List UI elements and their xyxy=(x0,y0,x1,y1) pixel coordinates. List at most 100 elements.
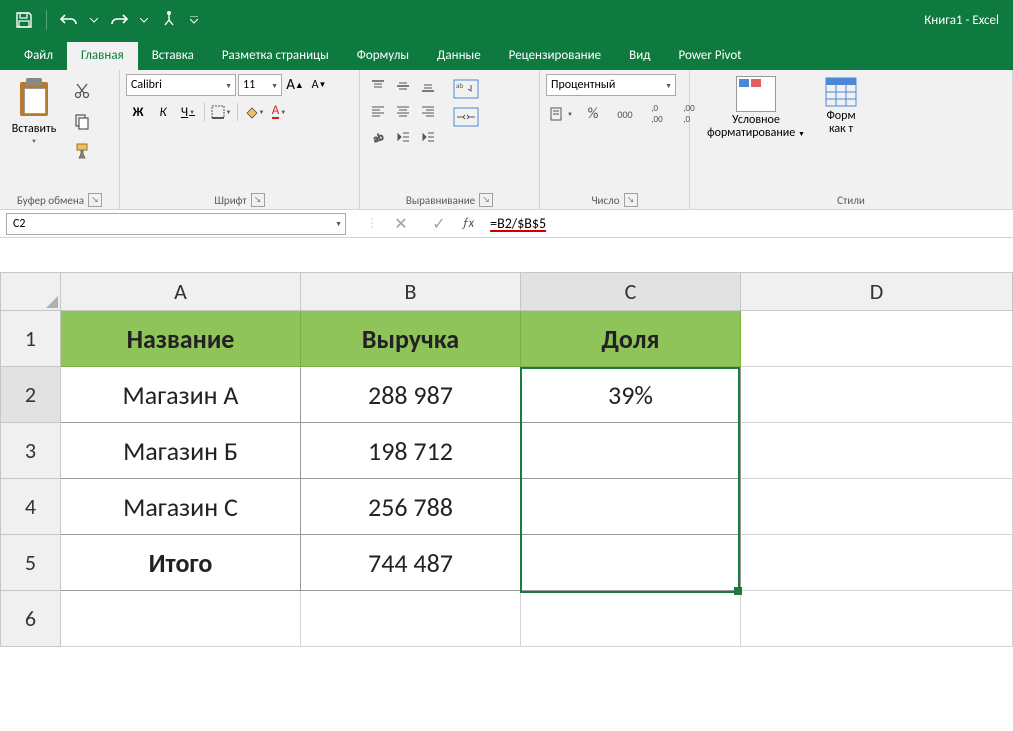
cell-D5[interactable] xyxy=(741,535,1013,591)
col-header-C[interactable]: C xyxy=(521,273,741,311)
tab-file[interactable]: Файл xyxy=(10,42,67,70)
cell-B6[interactable] xyxy=(301,591,521,647)
align-center-button[interactable] xyxy=(391,99,415,123)
tab-powerpivot[interactable]: Power Pivot xyxy=(664,42,755,70)
touch-mode-button[interactable] xyxy=(151,4,187,36)
tab-insert[interactable]: Вставка xyxy=(138,42,208,70)
increase-decimal-button[interactable]: ,0,00 xyxy=(642,102,672,126)
align-middle-button[interactable] xyxy=(391,74,415,98)
align-right-button[interactable] xyxy=(416,99,440,123)
redo-button[interactable] xyxy=(101,4,137,36)
merge-center-button[interactable] xyxy=(448,104,484,130)
percent-format-button[interactable]: % xyxy=(578,102,608,126)
underline-button[interactable]: Ч▼ xyxy=(176,100,200,124)
name-box[interactable]: C2▼ xyxy=(6,213,346,235)
cell-D1[interactable] xyxy=(741,311,1013,367)
align-left-button[interactable] xyxy=(366,99,390,123)
col-header-D[interactable]: D xyxy=(741,273,1013,311)
row-header-3[interactable]: 3 xyxy=(1,423,61,479)
tab-layout[interactable]: Разметка страницы xyxy=(208,42,343,70)
alignment-launcher[interactable]: ↘ xyxy=(479,193,493,207)
align-top-button[interactable] xyxy=(366,74,390,98)
cell-D2[interactable] xyxy=(741,367,1013,423)
cell-A6[interactable] xyxy=(61,591,301,647)
group-clipboard: Вставить ▼ Буфер обмена ↘ xyxy=(0,70,120,209)
cell-C1[interactable]: Доля xyxy=(521,311,741,367)
format-as-table-button[interactable]: Формкак т xyxy=(816,74,866,136)
tab-data[interactable]: Данные xyxy=(423,42,495,70)
conditional-formatting-button[interactable]: Условноеформатирование ▼ xyxy=(696,74,816,140)
cell-D3[interactable] xyxy=(741,423,1013,479)
clipboard-launcher[interactable]: ↘ xyxy=(88,193,102,207)
cell-C6[interactable] xyxy=(521,591,741,647)
font-launcher[interactable]: ↘ xyxy=(251,193,265,207)
cell-C4[interactable] xyxy=(521,479,741,535)
cell-D4[interactable] xyxy=(741,479,1013,535)
bold-button[interactable]: Ж xyxy=(126,100,150,124)
orientation-button[interactable]: ab xyxy=(366,125,390,149)
qat-customize[interactable] xyxy=(187,16,201,24)
undo-button[interactable] xyxy=(51,4,87,36)
row-header-1[interactable]: 1 xyxy=(1,311,61,367)
group-label-styles: Стили xyxy=(837,194,865,207)
cell-A4[interactable]: Магазин С xyxy=(61,479,301,535)
col-header-A[interactable]: A xyxy=(61,273,301,311)
row-header-2[interactable]: 2 xyxy=(1,367,61,423)
comma-format-button[interactable]: 000 xyxy=(610,102,640,126)
cell-C3[interactable] xyxy=(521,423,741,479)
fill-color-button[interactable]: ▼ xyxy=(242,100,266,124)
cell-B1[interactable]: Выручка xyxy=(301,311,521,367)
paste-button[interactable]: Вставить ▼ xyxy=(6,74,62,145)
select-all-corner[interactable] xyxy=(1,273,61,311)
redo-dropdown[interactable] xyxy=(137,18,151,23)
wrap-text-button[interactable]: ab xyxy=(448,76,484,102)
decrease-indent-button[interactable] xyxy=(391,125,415,149)
cut-button[interactable] xyxy=(68,78,96,104)
cell-B4[interactable]: 256 788 xyxy=(301,479,521,535)
enter-formula-button[interactable]: ✓ xyxy=(424,214,454,234)
font-name-select[interactable]: Calibri▼ xyxy=(126,74,236,96)
tab-view[interactable]: Вид xyxy=(615,42,664,70)
cell-C5[interactable] xyxy=(521,535,741,591)
cell-C2[interactable]: 39% xyxy=(521,367,741,423)
cell-A5[interactable]: Итого xyxy=(61,535,301,591)
fx-divider: ⋮ xyxy=(366,216,378,231)
cell-B2[interactable]: 288 987 xyxy=(301,367,521,423)
italic-button[interactable]: К xyxy=(151,100,175,124)
cell-A2[interactable]: Магазин А xyxy=(61,367,301,423)
cell-B3[interactable]: 198 712 xyxy=(301,423,521,479)
increase-font-button[interactable]: A▲ xyxy=(284,74,306,96)
cell-B5[interactable]: 744 487 xyxy=(301,535,521,591)
group-alignment: ab ab Выравнивание ↘ xyxy=(360,70,540,209)
decrease-font-button[interactable]: A▼ xyxy=(308,74,330,96)
row-header-4[interactable]: 4 xyxy=(1,479,61,535)
font-size-select[interactable]: 11▼ xyxy=(238,74,282,96)
cells-grid[interactable]: A B C D 1 Название Выручка Доля 2 Магази… xyxy=(0,272,1013,647)
tab-review[interactable]: Рецензирование xyxy=(495,42,615,70)
undo-dropdown[interactable] xyxy=(87,18,101,23)
font-color-button[interactable]: A▼ xyxy=(267,100,291,124)
increase-indent-button[interactable] xyxy=(416,125,440,149)
cell-D6[interactable] xyxy=(741,591,1013,647)
borders-button[interactable]: ▼ xyxy=(209,100,233,124)
save-button[interactable] xyxy=(6,4,42,36)
copy-button[interactable] xyxy=(68,108,96,134)
align-bottom-button[interactable] xyxy=(416,74,440,98)
tab-home[interactable]: Главная xyxy=(67,42,138,70)
ribbon-tabs: Файл Главная Вставка Разметка страницы Ф… xyxy=(0,40,1013,70)
row-header-6[interactable]: 6 xyxy=(1,591,61,647)
format-painter-button[interactable] xyxy=(68,138,96,164)
tab-formulas[interactable]: Формулы xyxy=(343,42,423,70)
cell-A1[interactable]: Название xyxy=(61,311,301,367)
col-header-B[interactable]: B xyxy=(301,273,521,311)
formula-input[interactable]: =B2/$B$5 xyxy=(490,215,546,233)
fx-icon[interactable]: ƒx xyxy=(462,216,474,231)
cell-A3[interactable]: Магазин Б xyxy=(61,423,301,479)
chevron-down-icon: ▼ xyxy=(225,81,232,90)
number-launcher[interactable]: ↘ xyxy=(624,193,638,207)
accounting-format-button[interactable]: ▼ xyxy=(546,102,576,126)
row-header-5[interactable]: 5 xyxy=(1,535,61,591)
worksheet: A B C D 1 Название Выручка Доля 2 Магази… xyxy=(0,272,1013,647)
number-format-select[interactable]: Процентный▼ xyxy=(546,74,676,96)
cancel-formula-button[interactable]: ✕ xyxy=(386,214,416,234)
